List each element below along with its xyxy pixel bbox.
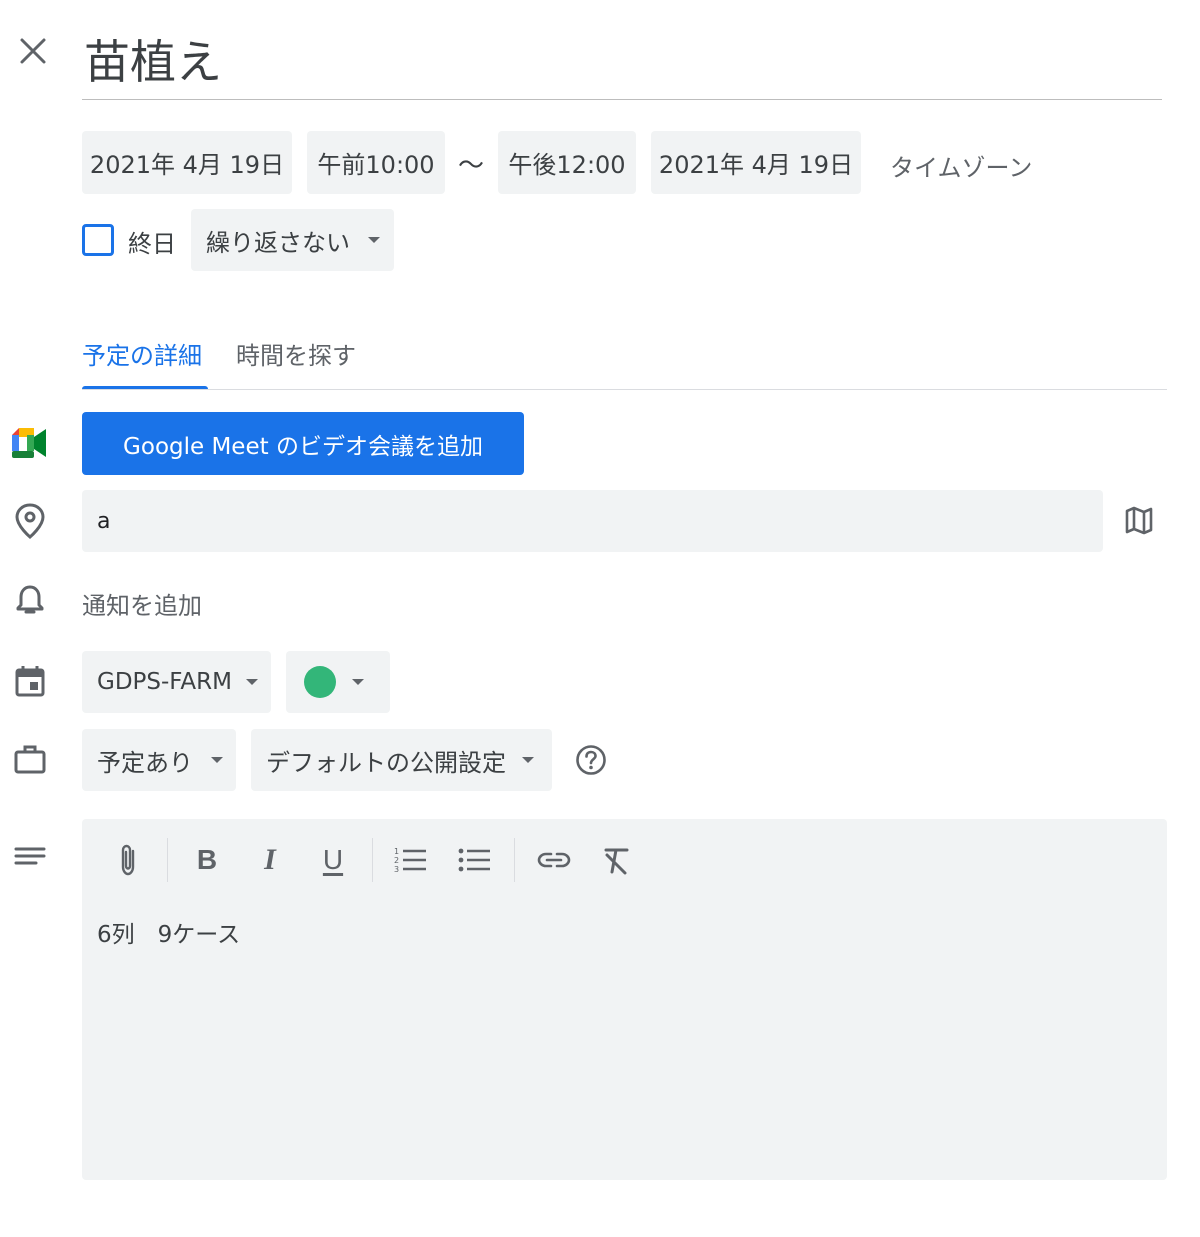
link-icon — [537, 852, 571, 868]
timezone-button[interactable]: タイムゾーン — [890, 148, 1032, 183]
tab-find-time[interactable]: 時間を探す — [236, 336, 356, 371]
svg-text:1: 1 — [394, 847, 399, 856]
calendar-icon — [15, 666, 45, 697]
italic-button[interactable]: I — [248, 838, 292, 882]
tab-event-details[interactable]: 予定の詳細 — [82, 336, 208, 390]
end-time-label: 午後12:00 — [508, 151, 626, 179]
toolbar-divider — [372, 838, 373, 882]
all-day-label: 終日 — [128, 230, 176, 258]
description-text: 6列 9ケース — [97, 922, 241, 948]
location-value: a — [97, 509, 111, 534]
calendar-name: GDPS-FARM — [97, 669, 232, 695]
end-date-label: 2021年 4月 19日 — [658, 151, 854, 179]
map-icon[interactable] — [1124, 505, 1154, 535]
toolbar-divider — [514, 838, 515, 882]
start-time-label: 午前10:00 — [317, 151, 435, 179]
bold-icon: B — [196, 844, 218, 875]
repeat-dropdown[interactable]: 繰り返さない — [191, 209, 394, 271]
chevron-down-icon — [211, 757, 223, 763]
numbered-list-icon: 1 2 3 — [394, 847, 426, 874]
start-date-label: 2021年 4月 19日 — [89, 151, 285, 179]
event-color-swatch — [304, 666, 336, 698]
all-day-checkbox[interactable] — [82, 224, 114, 256]
event-color-select[interactable] — [286, 651, 390, 713]
help-circle-icon[interactable] — [575, 744, 607, 776]
underline-icon: U — [322, 844, 344, 875]
close-icon — [20, 38, 46, 64]
link-button[interactable] — [532, 838, 576, 882]
chevron-down-icon — [368, 237, 380, 243]
bell-icon — [16, 585, 44, 614]
visibility-select[interactable]: デフォルトの公開設定 — [251, 729, 552, 791]
chevron-down-icon — [245, 679, 258, 685]
numbered-list-button[interactable]: 1 2 3 — [389, 838, 433, 882]
italic-icon: I — [264, 843, 276, 876]
add-notification-button[interactable]: 通知を追加 — [82, 586, 202, 621]
clear-format-button[interactable] — [594, 838, 638, 882]
time-separator: 〜 — [458, 151, 485, 181]
tabs-divider — [82, 389, 1167, 390]
chevron-down-icon — [352, 679, 364, 685]
notes-icon — [14, 847, 46, 865]
chevron-down-icon — [522, 757, 534, 763]
svg-text:2: 2 — [394, 856, 399, 865]
location-pin-icon — [15, 503, 45, 539]
repeat-value: 繰り返さない — [206, 228, 350, 257]
add-google-meet-button[interactable]: Google Meet のビデオ会議を追加 — [82, 412, 524, 475]
toolbar-divider — [167, 838, 168, 882]
end-date-chip[interactable]: 2021年 4月 19日 — [651, 131, 861, 194]
location-input[interactable]: a — [82, 490, 1103, 552]
busy-status-select[interactable]: 予定あり — [82, 729, 236, 791]
clear-format-icon — [604, 848, 629, 875]
add-google-meet-label: Google Meet のビデオ会議を追加 — [123, 433, 483, 460]
start-date-chip[interactable]: 2021年 4月 19日 — [82, 131, 292, 194]
visibility-value: デフォルトの公開設定 — [266, 748, 506, 777]
svg-text:3: 3 — [394, 865, 399, 874]
calendar-select[interactable]: GDPS-FARM — [82, 651, 271, 713]
tab-find-time-label: 時間を探す — [236, 342, 356, 370]
bold-button[interactable]: B — [185, 838, 229, 882]
tab-event-details-label: 予定の詳細 — [82, 342, 202, 370]
bulleted-list-icon — [458, 848, 490, 872]
bulleted-list-button[interactable] — [453, 838, 497, 882]
start-time-chip[interactable]: 午前10:00 — [307, 131, 445, 194]
attach-icon — [121, 844, 135, 876]
google-meet-icon — [12, 428, 46, 458]
busy-status-value: 予定あり — [97, 748, 193, 777]
event-title-input[interactable]: 苗植え — [82, 20, 1162, 100]
underline-button[interactable]: U — [311, 838, 355, 882]
event-title-text: 苗植え — [84, 35, 222, 89]
end-time-chip[interactable]: 午後12:00 — [498, 131, 636, 194]
close-button[interactable] — [14, 32, 52, 70]
attach-button[interactable] — [106, 838, 150, 882]
briefcase-icon — [14, 745, 46, 774]
